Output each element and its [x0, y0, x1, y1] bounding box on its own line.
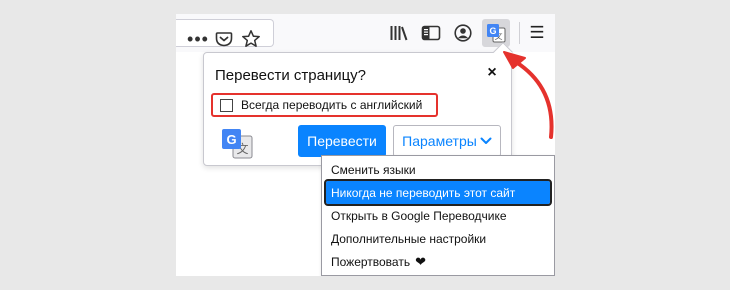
menu-icon[interactable]: ☰: [527, 23, 547, 43]
close-icon[interactable]: ×: [484, 65, 500, 81]
menu-item-advanced-settings[interactable]: Дополнительные настройки: [326, 227, 550, 250]
menu-item-never-translate-site[interactable]: Никогда не переводить этот сайт: [324, 179, 552, 206]
chevron-down-icon: [480, 137, 492, 144]
translate-icon: 文 G: [487, 24, 506, 43]
options-label: Параметры: [402, 133, 477, 149]
browser-window: ••• G ☰ Перевести страницу? × Всегда пер…: [176, 14, 555, 276]
svg-text:G: G: [226, 132, 236, 147]
always-translate-label: Всегда переводить с английский: [241, 98, 423, 112]
options-button[interactable]: Параметры: [393, 125, 501, 157]
url-bar-end[interactable]: •••: [176, 19, 274, 50]
account-icon[interactable]: [453, 23, 473, 43]
sidebar-icon[interactable]: [421, 24, 441, 42]
translate-button[interactable]: Перевести: [298, 125, 386, 157]
library-icon[interactable]: [389, 23, 409, 43]
toolbar-separator: [519, 22, 520, 44]
translate-panel: Перевести страницу? × Всегда переводить …: [203, 42, 513, 166]
more-icon[interactable]: •••: [186, 25, 210, 53]
menu-item-donate[interactable]: Пожертвовать ❤: [326, 250, 550, 273]
panel-title: Перевести страницу?: [215, 67, 367, 84]
pocket-icon[interactable]: [214, 29, 234, 49]
google-translate-logo: 文 G: [220, 127, 254, 161]
heart-icon: ❤: [415, 253, 426, 269]
star-icon[interactable]: [240, 28, 262, 50]
options-menu: Сменить языки Никогда не переводить этот…: [321, 155, 555, 276]
always-translate-option[interactable]: Всегда переводить с английский: [211, 93, 438, 117]
svg-text:G: G: [489, 26, 496, 36]
menu-item-open-in-google-translate[interactable]: Открыть в Google Переводчике: [326, 204, 550, 227]
translate-toolbar-button[interactable]: 文 G: [482, 19, 510, 47]
menu-item-change-languages[interactable]: Сменить языки: [326, 158, 550, 181]
always-translate-checkbox[interactable]: [220, 98, 233, 112]
